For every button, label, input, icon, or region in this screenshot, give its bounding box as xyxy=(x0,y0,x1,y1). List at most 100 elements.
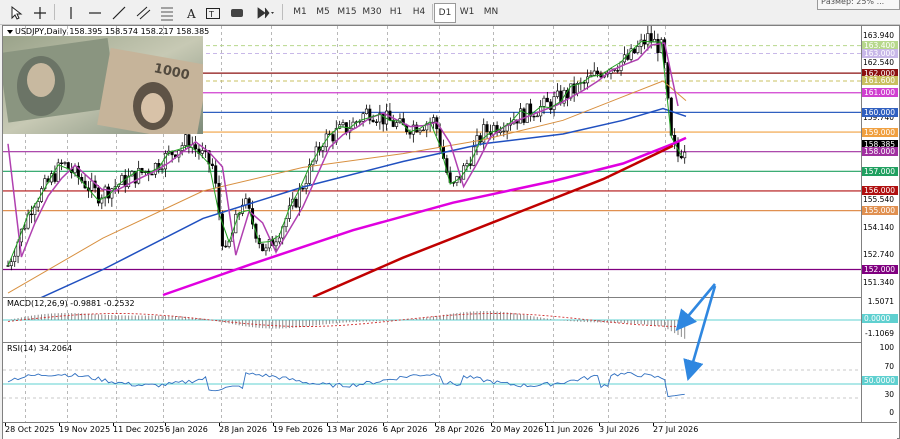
candle xyxy=(555,83,559,99)
candle xyxy=(100,194,104,210)
timeframe-h4[interactable]: H4 xyxy=(409,3,429,21)
candle xyxy=(307,158,311,186)
candle xyxy=(388,102,392,121)
price-axis-label: 152.740 xyxy=(862,250,894,260)
candle xyxy=(545,91,549,103)
rsi-title: RSI(14) 34.2064 xyxy=(7,344,73,353)
candle xyxy=(76,162,80,185)
rsi-axis-0: 0 xyxy=(889,408,894,417)
macd-axis-max: 1.5071 xyxy=(867,297,894,306)
candle xyxy=(385,103,389,131)
text-tool-icon[interactable]: A xyxy=(182,3,200,23)
time-axis-tick xyxy=(327,423,328,426)
horizontal-line-tool-icon[interactable] xyxy=(86,3,104,23)
fibonacci-tool-icon[interactable] xyxy=(158,3,176,23)
ma-magenta-line xyxy=(162,136,687,297)
candle xyxy=(261,243,265,252)
time-axis-label: 28 Jan 2026 xyxy=(219,425,267,434)
candle xyxy=(348,119,352,140)
price-level-tag: 156.000 xyxy=(862,186,898,196)
candle xyxy=(415,121,419,133)
candle xyxy=(194,136,198,157)
time-axis-label: 19 Feb 2026 xyxy=(273,425,323,434)
price-axis-label: 162.540 xyxy=(862,58,894,68)
candle xyxy=(294,197,298,209)
time-axis[interactable]: 28 Oct 2025 19 Nov 2025 11 Dec 2025 6 Jan 2… xyxy=(3,422,897,439)
timeframe-m30[interactable]: M30 xyxy=(361,3,383,21)
candle xyxy=(63,161,67,166)
timeframe-m1[interactable]: M1 xyxy=(290,3,310,21)
price-axis[interactable]: 163.940 162.540 159.740 155.540 154.140 152.7… xyxy=(861,26,898,422)
chart-toolbar: A T M1 M5 M15 M30 H1 H4 D1 W1 MN Размер:… xyxy=(0,0,900,25)
svg-text:A: A xyxy=(186,7,196,21)
price-level-tag: 161.000 xyxy=(862,88,898,98)
crosshair-tool-icon[interactable] xyxy=(30,3,50,23)
time-axis-label: 11 Jun 2026 xyxy=(545,425,594,434)
trendline-tool-icon[interactable] xyxy=(110,3,128,23)
candle xyxy=(616,65,620,74)
text-label-tool-icon[interactable]: T xyxy=(204,3,222,23)
candle xyxy=(482,118,486,150)
timeframe-mn[interactable]: MN xyxy=(480,3,502,21)
price-level-tag: 155.000 xyxy=(862,206,898,216)
price-level-tag: 161.600 xyxy=(862,76,898,86)
cursor-tool-icon[interactable] xyxy=(6,3,26,23)
candle xyxy=(636,40,640,55)
timeframe-d1[interactable]: D1 xyxy=(434,3,456,23)
candle xyxy=(683,144,687,164)
price-level-tag: 159.000 xyxy=(862,127,898,137)
chart-window: 1000 USDJPY,Daily 158.395 158.574 158.21… xyxy=(2,25,900,439)
time-axis-tick xyxy=(113,423,114,426)
timeframe-m15[interactable]: M15 xyxy=(336,3,358,21)
candle xyxy=(374,119,378,126)
channel-tool-icon[interactable] xyxy=(134,3,152,23)
price-axis-label: 163.940 xyxy=(862,30,894,40)
zoom-size-box[interactable]: Размер: 25% ... xyxy=(817,0,900,10)
time-axis-tick xyxy=(599,423,600,426)
time-axis-tick xyxy=(165,423,166,426)
vertical-line-tool-icon[interactable] xyxy=(62,3,80,23)
timeframe-m5[interactable]: M5 xyxy=(313,3,333,21)
shapes-tool-icon[interactable] xyxy=(228,3,246,23)
time-axis-tick xyxy=(383,423,384,426)
banknotes-image: 1000 xyxy=(3,36,203,134)
arrows-tool-icon[interactable] xyxy=(252,3,278,23)
candle xyxy=(495,121,499,136)
rsi-axis-30: 30 xyxy=(884,390,894,399)
macd-zero-tag: 0.0000 xyxy=(862,314,898,323)
macd-axis-min: -1.1069 xyxy=(865,329,894,338)
rsi-pane[interactable]: RSI(14) 34.2064 xyxy=(3,342,861,423)
macd-pane[interactable]: MACD(12,26,9) -0.9881 -0.2532 xyxy=(3,297,861,343)
candle xyxy=(653,30,657,43)
time-axis-tick xyxy=(545,423,546,426)
candle xyxy=(378,104,382,130)
time-axis-tick xyxy=(491,423,492,426)
candle xyxy=(529,98,533,122)
time-axis-label: 11 Dec 2025 xyxy=(113,425,165,434)
candle xyxy=(639,33,643,55)
price-level-tag: 157.000 xyxy=(862,166,898,176)
time-axis-label: 6 Apr 2026 xyxy=(383,425,428,434)
price-level-tag: 158.000 xyxy=(862,147,898,157)
candle xyxy=(314,141,318,164)
time-axis-label: 28 Oct 2025 xyxy=(5,425,55,434)
candle xyxy=(622,46,626,66)
candle xyxy=(107,183,111,204)
candle xyxy=(53,165,57,184)
candle xyxy=(264,243,268,256)
candle xyxy=(673,128,677,150)
time-axis-tick xyxy=(273,423,274,426)
candle xyxy=(572,76,576,102)
timeframe-h1[interactable]: H1 xyxy=(386,3,406,21)
candle xyxy=(522,107,526,126)
candle xyxy=(103,184,107,207)
candle xyxy=(421,127,425,132)
time-axis-label: 19 Nov 2025 xyxy=(59,425,111,434)
price-pane[interactable]: 1000 USDJPY,Daily 158.395 158.574 158.21… xyxy=(3,26,861,312)
rsi-level-tag: 50.0000 xyxy=(862,376,898,385)
candle xyxy=(542,95,546,115)
price-axis-label: 154.140 xyxy=(862,222,894,232)
candle xyxy=(241,198,245,217)
timeframe-w1[interactable]: W1 xyxy=(457,3,477,21)
time-axis-label: 28 Apr 2026 xyxy=(435,425,485,434)
